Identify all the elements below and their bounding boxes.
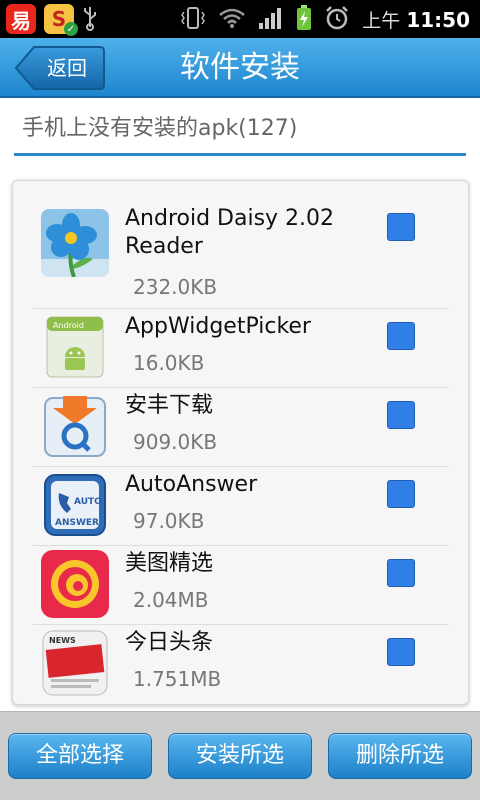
select-all-button[interactable]: 全部选择 (8, 733, 152, 779)
check-badge-icon: ✓ (64, 22, 78, 36)
toutiao-icon: NEWS (41, 629, 109, 697)
back-button-label: 返回 (47, 56, 87, 80)
app-size: 1.751MB (133, 667, 222, 691)
svg-text:AUTO: AUTO (74, 497, 102, 507)
app-size: 909.0KB (133, 430, 218, 454)
app-size: 2.04MB (133, 588, 209, 612)
vibrate-icon (180, 6, 206, 33)
notification-app-icon-s: S ✓ (44, 4, 78, 36)
select-checkbox[interactable] (387, 638, 415, 666)
app-name: 美图精选 (125, 551, 214, 576)
summary-divider (14, 153, 466, 156)
clock: 上午 11:50 (362, 6, 470, 33)
delete-selected-button[interactable]: 删除所选 (328, 733, 472, 779)
app-name: 今日头条 (125, 630, 214, 655)
auto-answer-icon: AUTO ANSWER (41, 471, 109, 539)
app-name: Android Daisy 2.02 Reader (125, 206, 335, 259)
anfeng-download-icon (41, 392, 109, 460)
clock-period: 上午 (362, 9, 401, 32)
list-item[interactable]: Android AppWidgetPicker 16.0KB (33, 309, 449, 388)
list-item[interactable]: NEWS 今日头条 1.751MB (33, 625, 449, 704)
select-checkbox[interactable] (387, 322, 415, 350)
select-checkbox[interactable] (387, 559, 415, 587)
app-name: 安丰下载 (125, 393, 214, 418)
list-item[interactable]: 安丰下载 909.0KB (33, 388, 449, 467)
app-name: AutoAnswer (125, 472, 258, 497)
install-selected-button[interactable]: 安装所选 (168, 733, 312, 779)
svg-text:ANSWER: ANSWER (55, 518, 99, 528)
battery-charging-icon (296, 4, 312, 34)
android-apk-icon: Android (41, 313, 109, 381)
list-item[interactable]: 美图精选 2.04MB (33, 546, 449, 625)
daisy-icon (41, 209, 109, 277)
select-checkbox[interactable] (387, 480, 415, 508)
app-size: 232.0KB (133, 275, 218, 299)
usb-icon (82, 5, 98, 34)
title-bar: 软件安装 返回 (0, 38, 480, 98)
signal-icon (258, 7, 284, 32)
app-size: 97.0KB (133, 509, 205, 533)
notification-app-icon-yi: 易 (6, 4, 36, 34)
clock-time: 11:50 (406, 7, 470, 32)
back-button[interactable]: 返回 (14, 45, 106, 91)
app-size: 16.0KB (133, 351, 205, 375)
meitu-icon (41, 550, 109, 618)
wifi-icon (218, 7, 246, 32)
alarm-icon (324, 5, 350, 34)
status-bar: 易 S ✓ 上午 11:50 (0, 0, 480, 38)
app-name: AppWidgetPicker (125, 314, 311, 339)
action-bar: 全部选择 安装所选 删除所选 (0, 711, 480, 800)
app-list[interactable]: Android Daisy 2.02 Reader 232.0KB Androi… (12, 180, 469, 705)
summary-text: 手机上没有安装的apk(127) (22, 116, 298, 141)
select-checkbox[interactable] (387, 401, 415, 429)
select-checkbox[interactable] (387, 213, 415, 241)
svg-text:NEWS: NEWS (49, 636, 76, 645)
svg-text:Android: Android (53, 321, 84, 330)
list-item[interactable]: AUTO ANSWER AutoAnswer 97.0KB (33, 467, 449, 546)
list-item[interactable]: Android Daisy 2.02 Reader 232.0KB (33, 199, 449, 309)
